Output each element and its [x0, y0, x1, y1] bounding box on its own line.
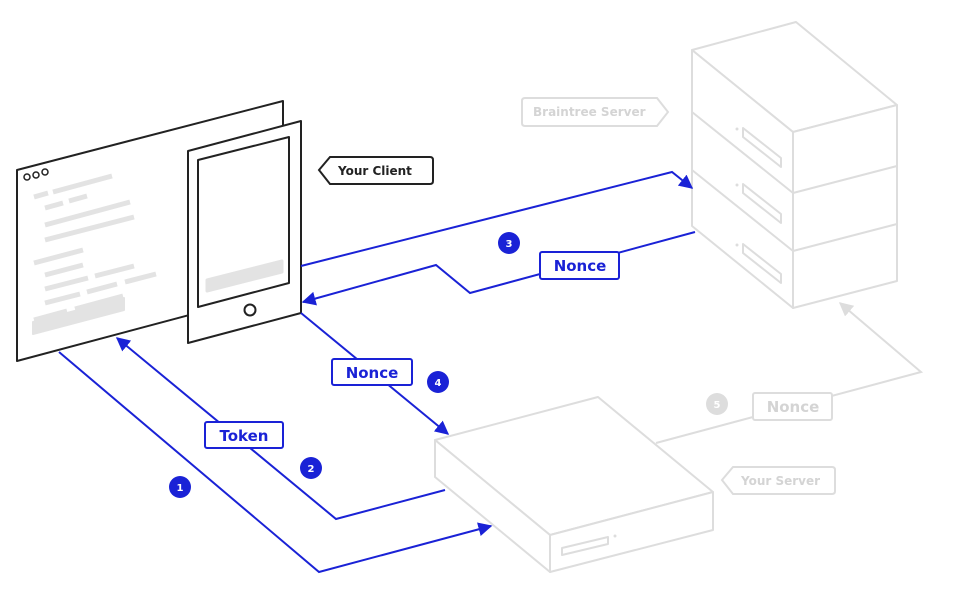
your-client-label: Your Client	[317, 156, 434, 185]
step-number-3: 3	[506, 239, 513, 250]
payment-flow-diagram: Braintree Server Your Server Your Client…	[16, 21, 924, 574]
nonce-label-5: Nonce	[767, 398, 820, 416]
tablet-icon	[187, 120, 302, 344]
step-number-2: 2	[308, 464, 315, 475]
your-client	[16, 100, 302, 362]
your-server-label-text: Your Server	[740, 474, 820, 488]
flow-step-4: Nonce 4	[300, 312, 450, 435]
step-number-5: 5	[714, 400, 721, 411]
braintree-server-label: Braintree Server	[521, 97, 670, 127]
home-button-icon	[243, 303, 257, 317]
braintree-server	[691, 21, 898, 309]
nonce-label-3: Nonce	[554, 257, 607, 275]
braintree-server-label-text: Braintree Server	[533, 105, 646, 119]
server-box-icon	[434, 396, 714, 573]
flow-step-5-line	[655, 302, 924, 444]
flow-step-3-request	[300, 170, 694, 267]
flow-step-1-line	[58, 351, 493, 574]
step-number-1: 1	[177, 483, 184, 494]
flow-step-5: Nonce 5	[655, 302, 924, 444]
flow-step-1: 1	[58, 351, 493, 574]
nonce-label-4: Nonce	[346, 364, 399, 382]
your-client-label-text: Your Client	[337, 164, 412, 178]
flow-step-3-request-line	[300, 170, 694, 267]
server-rack-icon	[691, 21, 898, 309]
your-server	[434, 396, 714, 573]
token-label: Token	[220, 427, 269, 445]
flow-step-3: Nonce 3	[301, 231, 696, 306]
step-number-4: 4	[435, 378, 442, 389]
your-server-label: Your Server	[720, 466, 836, 495]
